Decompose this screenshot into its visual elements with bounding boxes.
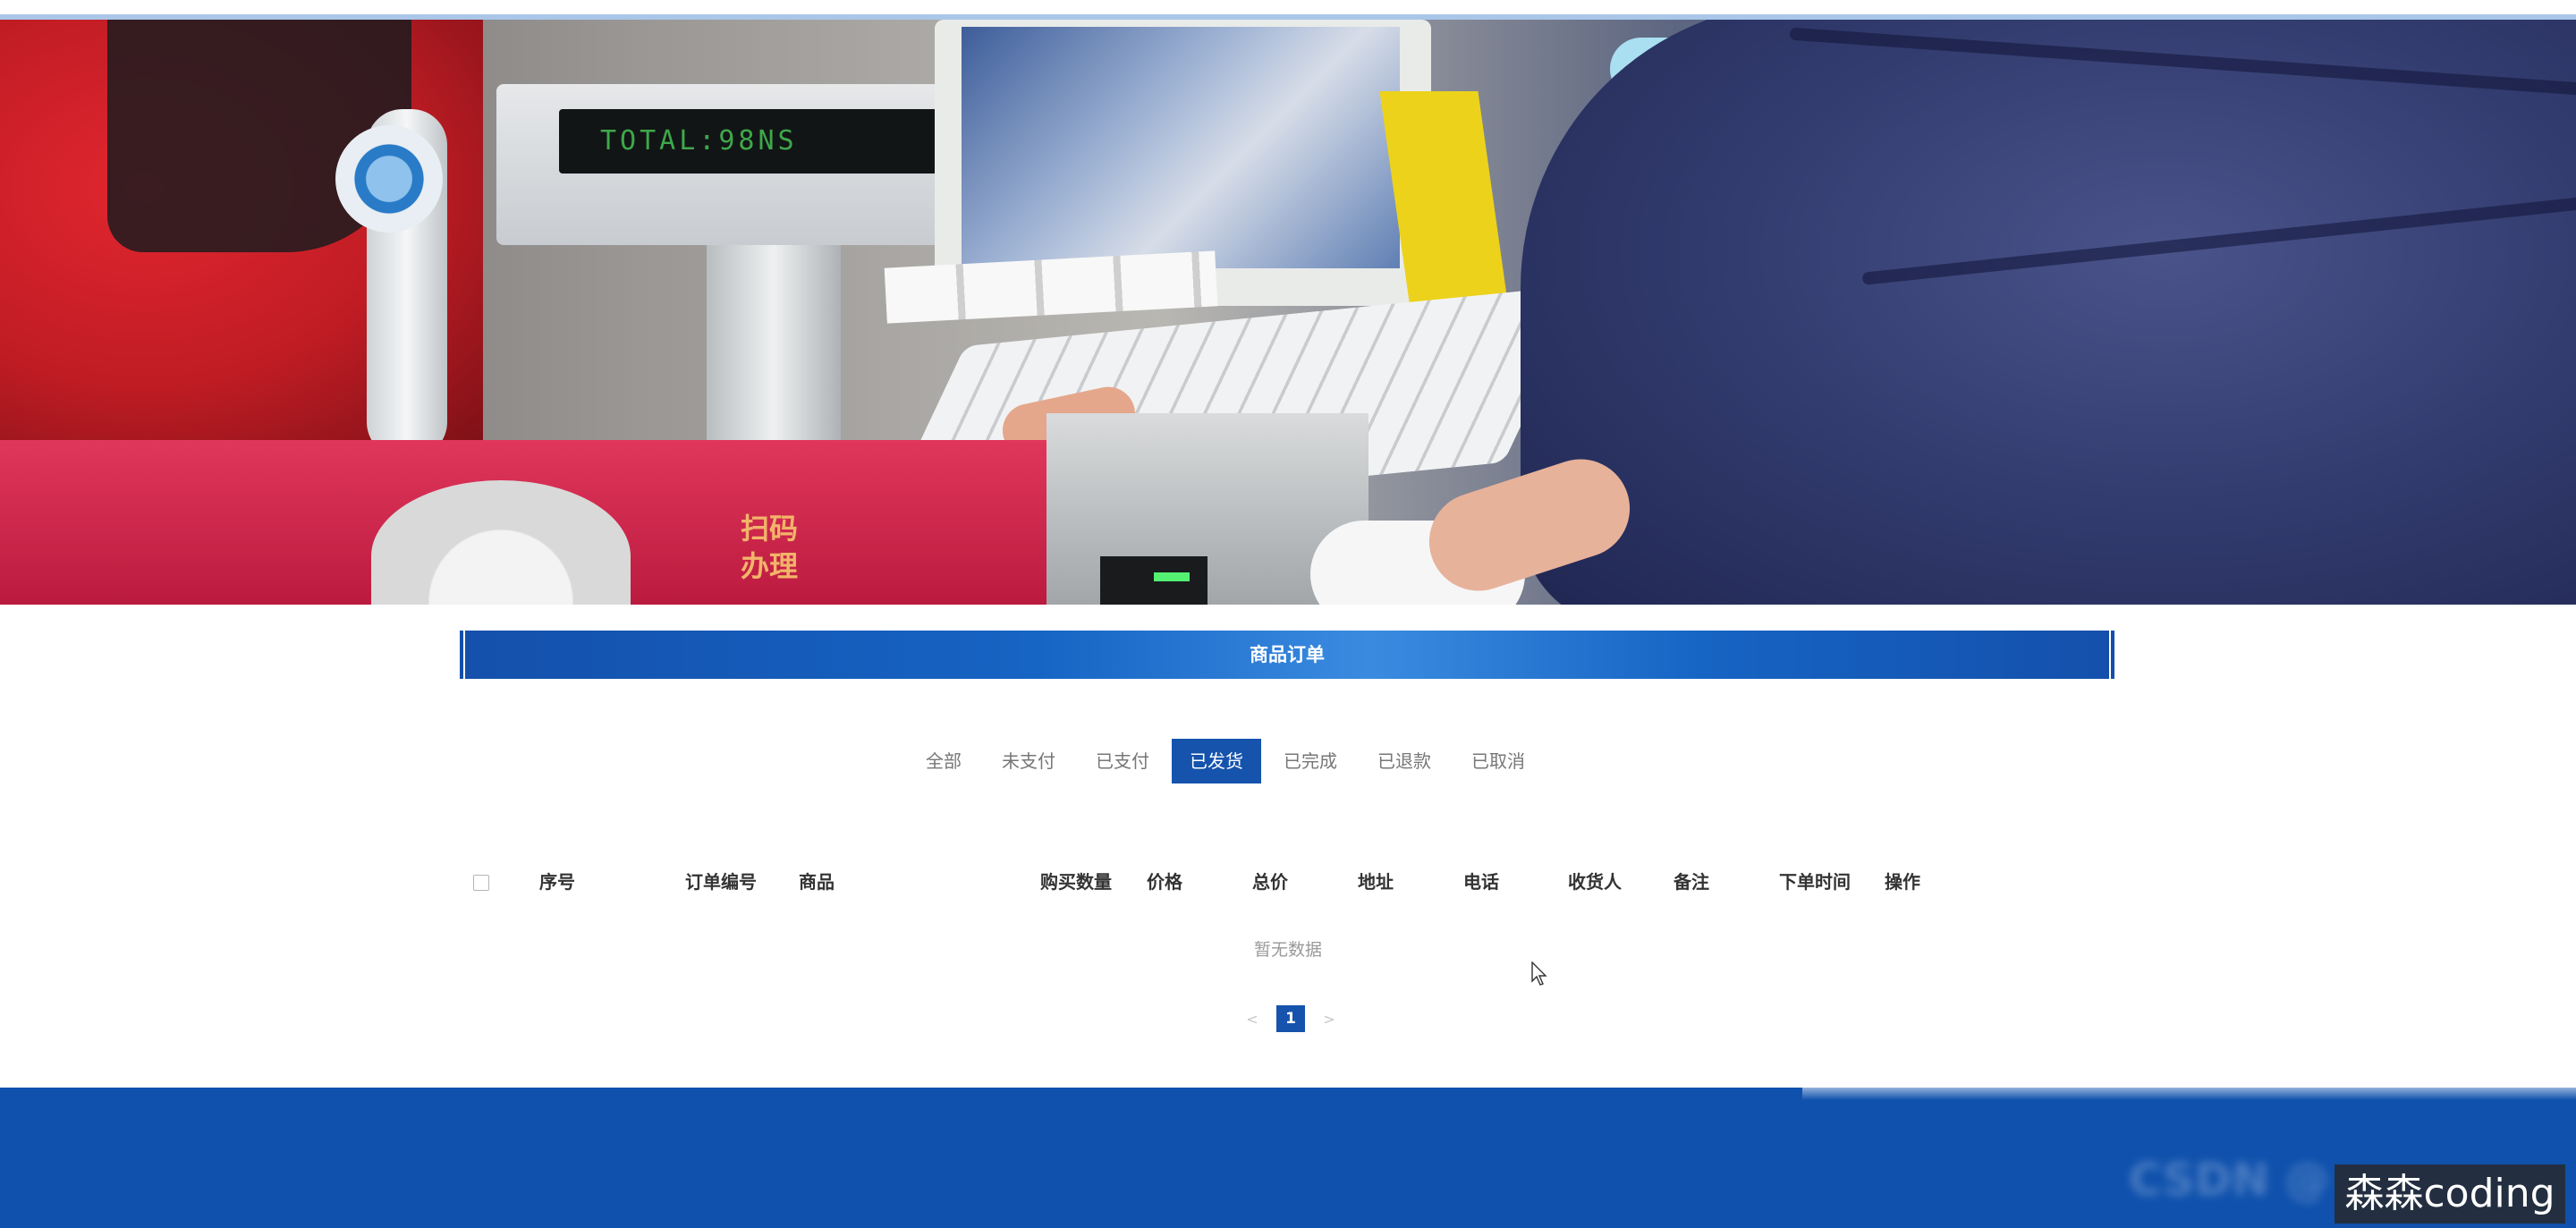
- column-header-order-number: 订单编号: [685, 871, 757, 893]
- bar-edge-right: [2106, 631, 2114, 679]
- column-header-price: 价格: [1147, 871, 1182, 893]
- section-title: 商品订单: [1250, 644, 1325, 665]
- prev-page-button[interactable]: <: [1239, 1011, 1266, 1028]
- column-header-phone: 电话: [1463, 871, 1499, 893]
- column-header-order-time: 下单时间: [1779, 871, 1851, 893]
- video-watermark: 森森coding: [2334, 1164, 2565, 1224]
- order-status-tabs: 全部 未支付 已支付 已发货 已完成 已退款 已取消: [908, 739, 1547, 783]
- column-header-address: 地址: [1358, 871, 1394, 893]
- select-all-checkbox[interactable]: [473, 875, 489, 891]
- column-header-index: 序号: [539, 871, 575, 893]
- page-number-current[interactable]: 1: [1276, 1005, 1305, 1032]
- column-header-product: 商品: [799, 871, 835, 893]
- tab-refunded[interactable]: 已退款: [1360, 739, 1449, 783]
- counter-sign-text: 扫码办理: [741, 512, 799, 583]
- column-header-receiver: 收货人: [1568, 871, 1622, 893]
- tab-cancelled[interactable]: 已取消: [1453, 739, 1543, 783]
- empty-state-text: 暂无数据: [1253, 940, 1322, 960]
- pole-display-stand: [707, 245, 841, 451]
- pagination: < 1 >: [1239, 1005, 1343, 1032]
- bar-edge-left: [460, 631, 469, 679]
- mouse-cursor-icon: [1531, 961, 1547, 986]
- tab-shipped[interactable]: 已发货: [1172, 739, 1261, 783]
- tab-unpaid[interactable]: 未支付: [984, 739, 1073, 783]
- column-header-quantity: 购买数量: [1040, 871, 1112, 893]
- top-accent-strip: [0, 0, 2576, 20]
- tab-all[interactable]: 全部: [908, 739, 979, 783]
- tab-paid[interactable]: 已支付: [1078, 739, 1167, 783]
- column-header-total: 总价: [1252, 871, 1288, 893]
- tab-completed[interactable]: 已完成: [1266, 739, 1355, 783]
- hero-banner-image: TOTAL:98NS 扫码办理: [0, 20, 2576, 605]
- register-led: [1154, 572, 1190, 581]
- next-page-button[interactable]: >: [1316, 1011, 1343, 1028]
- footer-fade-overlay: [1802, 1079, 2576, 1100]
- barcode-scanner: [335, 125, 443, 233]
- customer-jacket: [1521, 20, 2576, 605]
- pos-monitor-screen: [962, 27, 1400, 268]
- section-title-bar: 商品订单: [460, 631, 2114, 679]
- column-header-remark: 备注: [1674, 871, 1709, 893]
- table-header: 序号 订单编号 商品 购买数量 价格 总价 地址 电话 收货人 备注 下单时间 …: [0, 866, 2576, 898]
- column-header-actions: 操作: [1885, 871, 1920, 893]
